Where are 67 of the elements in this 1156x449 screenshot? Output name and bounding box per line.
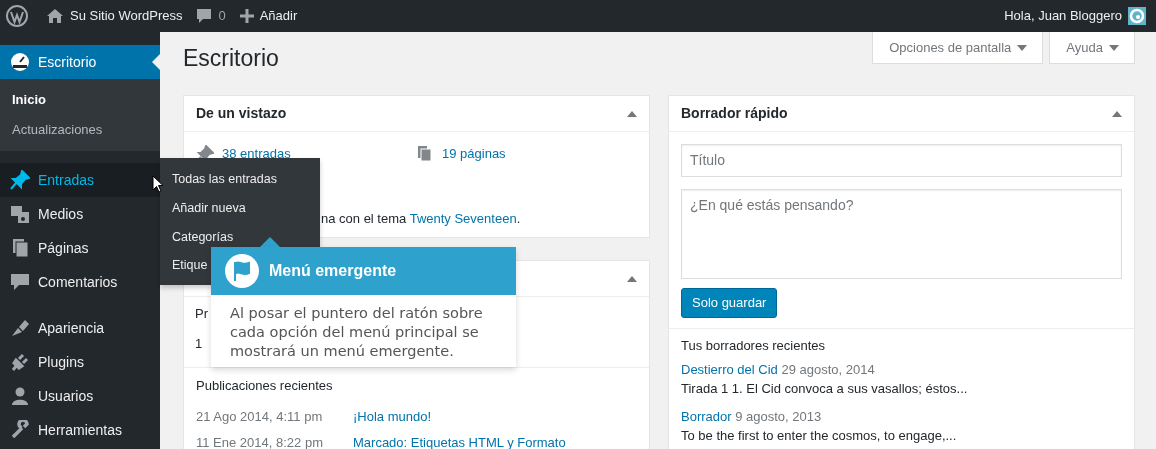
- caret-icon: [1017, 44, 1028, 51]
- caret-icon: [1109, 44, 1119, 51]
- sidebar-menu-item[interactable]: Herramientas: [0, 413, 160, 447]
- dashboard-icon: [10, 52, 30, 72]
- tooltip-text: Al posar el puntero del ratón sobre cada opción del menú principal se mostrará un menú emergente.: [229, 304, 484, 361]
- save-draft-button[interactable]: Solo guardar: [681, 288, 778, 318]
- cursor-icon: [152, 175, 164, 193]
- screen-meta-button[interactable]: Ayuda: [1049, 32, 1135, 64]
- account-link[interactable]: Hola, Juan Bloggero: [1000, 6, 1150, 26]
- plus-icon: [239, 9, 254, 23]
- new-content-link[interactable]: Añadir: [235, 6, 302, 26]
- tooltip-title: Menú emergente: [269, 261, 397, 281]
- post-date: 21 Ago 2014, 4:11 pm: [196, 407, 324, 426]
- activity-text: Pr: [195, 305, 208, 324]
- sidebar-menu-item[interactable]: Entradas: [0, 163, 160, 197]
- draft-excerpt: To be the first to enter the cosmos, to engage,...: [681, 426, 958, 445]
- widget-title: Borrador rápido: [681, 105, 788, 122]
- collapse-toggle-icon: [1112, 110, 1122, 117]
- comment-icon: [196, 8, 213, 24]
- title-input[interactable]: Título: [681, 144, 1122, 177]
- flag-icon: [225, 254, 259, 288]
- submenu-item[interactable]: Actualizaciones: [0, 114, 160, 144]
- flyout-menu-item[interactable]: Todas las entradas: [160, 165, 320, 194]
- section-heading: Tus borradores recientes: [681, 336, 827, 355]
- sidebar-menu-item[interactable]: Plugins: [0, 345, 160, 379]
- section-heading: Publicaciones recientes: [196, 378, 333, 393]
- flyout-menu-item[interactable]: Categorías: [160, 222, 320, 252]
- pages-icon: [416, 144, 434, 163]
- submenu-item[interactable]: Inicio: [0, 85, 160, 115]
- post-link[interactable]: ¡Hola mundo!: [353, 406, 432, 427]
- draft-excerpt: Tirada 1 1. El Cid convoca a sus vasallos; éstos...: [681, 379, 969, 398]
- collapse-toggle-icon: [627, 110, 637, 117]
- sidebar-menu-item[interactable]: Escritorio: [0, 45, 160, 79]
- paintbrush-icon: [10, 318, 30, 338]
- collapse-toggle-icon: [627, 275, 637, 282]
- flyout-menu-item[interactable]: Añadir nueva: [160, 193, 320, 223]
- current-page-pointer-icon: [152, 54, 160, 70]
- wrench-icon: [10, 420, 30, 440]
- media-icon: [10, 204, 30, 224]
- wordpress-logo-icon: [6, 5, 28, 27]
- draft-date: 29 agosto, 2014: [781, 361, 875, 377]
- sidebar-menu-item[interactable]: Páginas: [0, 231, 160, 265]
- avatar-icon: [1128, 7, 1146, 25]
- post-date: 11 Ene 2014, 8:22 pm: [196, 433, 324, 449]
- draft-link[interactable]: Borrador: [681, 408, 732, 424]
- comments-link[interactable]: 0: [192, 6, 230, 26]
- home-icon: [46, 8, 64, 24]
- comment-icon: [10, 272, 30, 292]
- sidebar-menu-item[interactable]: Comentarios: [0, 265, 160, 299]
- user-icon: [10, 386, 30, 406]
- sidebar-menu-item[interactable]: Usuarios: [0, 379, 160, 413]
- widget-title: De un vistazo: [196, 105, 287, 122]
- sidebar-menu-item[interactable]: Medios: [0, 197, 160, 231]
- draft-link[interactable]: Destierro del Cid: [681, 361, 778, 377]
- theme-link[interactable]: Twenty Seventeen: [409, 210, 517, 226]
- activity-text: 1: [195, 335, 203, 354]
- plug-icon: [10, 352, 30, 372]
- theme-info-text: na con el tema Twenty Seventeen.: [321, 209, 522, 228]
- content-textarea[interactable]: ¿En qué estás pensando?: [681, 189, 1122, 279]
- page-title: Escritorio: [183, 45, 279, 73]
- pages-icon: [10, 238, 30, 258]
- draft-date: 9 agosto, 2013: [735, 408, 822, 424]
- stat-link[interactable]: 19 páginas: [442, 144, 506, 164]
- sidebar-menu-item[interactable]: Apariencia: [0, 311, 160, 345]
- screen-meta-button[interactable]: Opciones de pantalla: [872, 32, 1044, 64]
- post-link[interactable]: Marcado: Etiquetas HTML y Formato: [353, 432, 566, 449]
- site-name-link[interactable]: Su Sitio WordPress: [42, 6, 187, 26]
